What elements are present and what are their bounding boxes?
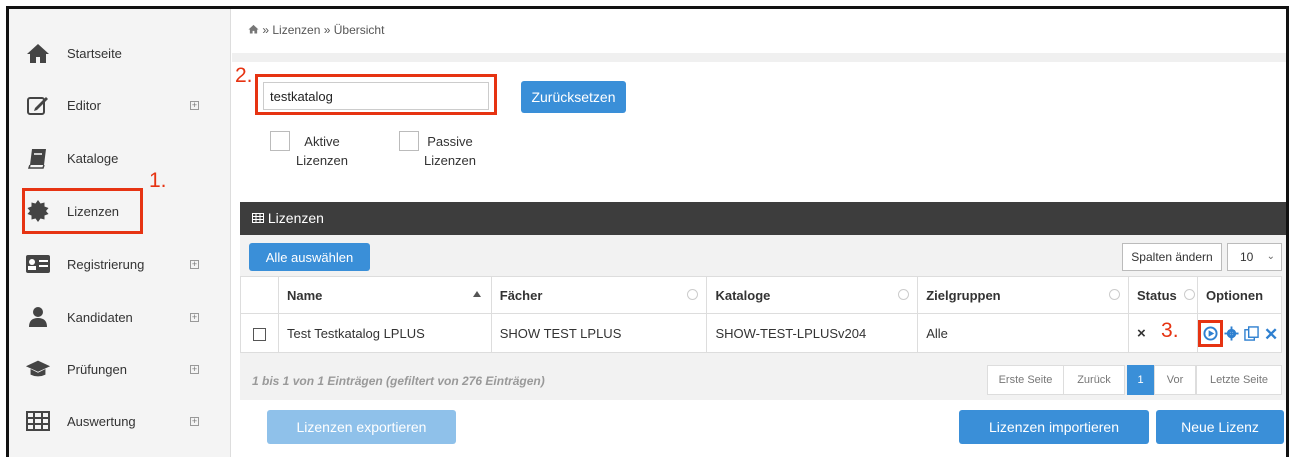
header-label: Kataloge: [715, 287, 771, 303]
active-label-line2: Lizenzen: [295, 153, 349, 168]
row-checkbox[interactable]: [252, 327, 266, 341]
sidebar-item-label: Startseite: [67, 45, 122, 61]
header-label: Status: [1137, 287, 1177, 303]
passive-licenses-label: Passive Lizenzen: [420, 132, 480, 170]
status-inactive-icon: ×: [1137, 324, 1146, 342]
active-licenses-checkbox[interactable]: [270, 131, 290, 151]
sidebar-item-editor[interactable]: Editor: [9, 79, 231, 131]
sidebar-item-label: Registrierung: [67, 256, 145, 272]
main-content: » Lizenzen » Übersicht 2. Zurücksetzen A…: [232, 9, 1286, 457]
active-label-line1: Aktive: [304, 134, 340, 149]
sidebar-item-auswertung[interactable]: Auswertung: [9, 395, 231, 447]
sort-icon: [687, 289, 699, 300]
new-license-button[interactable]: Neue Lizenz: [1156, 410, 1284, 444]
table-row[interactable]: Test Testkatalog LPLUS SHOW TEST LPLUS S…: [240, 313, 1283, 353]
export-button[interactable]: Lizenzen exportieren: [267, 410, 456, 444]
sidebar-item-kandidaten[interactable]: Kandidaten: [9, 291, 231, 343]
book-icon: [25, 146, 51, 170]
cell-status: × 3.: [1128, 313, 1198, 353]
reset-button[interactable]: Zurücksetzen: [521, 81, 626, 113]
column-header-kataloge[interactable]: Kataloge: [706, 276, 919, 314]
id-card-icon: [25, 252, 51, 276]
panel-title: Lizenzen: [267, 210, 324, 226]
sidebar-item-label: Auswertung: [67, 413, 136, 429]
chevron-down-icon: ⌄: [1266, 251, 1275, 262]
cell-faecher: SHOW TEST LPLUS: [490, 313, 708, 353]
breadcrumb-path[interactable]: » Lizenzen » Übersicht: [262, 23, 384, 37]
select-column-header: [240, 276, 279, 314]
passive-label-line1: Passive: [427, 134, 473, 149]
pager-first[interactable]: Erste Seite: [987, 365, 1064, 395]
pager-last[interactable]: Letzte Seite: [1196, 365, 1282, 395]
header-label: Name: [286, 287, 323, 303]
cell-zielgruppen: Alle: [917, 313, 1130, 353]
column-header-optionen: Optionen: [1196, 276, 1283, 314]
column-header-name[interactable]: Name: [277, 276, 492, 314]
sort-icon: [1109, 289, 1121, 300]
cell-kataloge: SHOW-TEST-LPLUSv204: [706, 313, 919, 353]
sidebar-item-label: Kandidaten: [67, 309, 133, 325]
home-icon: [25, 41, 51, 65]
play-icon[interactable]: [1203, 326, 1218, 344]
edit-icon: [25, 93, 51, 117]
column-header-status[interactable]: Status: [1128, 276, 1198, 314]
expand-icon[interactable]: [190, 259, 199, 269]
expand-icon[interactable]: [190, 364, 199, 374]
table-header-row: Name Fächer Kataloge Zielgruppen Status …: [240, 276, 1283, 314]
page-size-value: 10: [1240, 250, 1254, 264]
import-button[interactable]: Lizenzen importieren: [959, 410, 1149, 444]
copy-icon[interactable]: [1244, 326, 1259, 344]
home-icon[interactable]: [248, 23, 262, 37]
gear-icon[interactable]: [1224, 326, 1239, 344]
panel-header: Lizenzen: [240, 202, 1286, 235]
sidebar-item-startseite[interactable]: Startseite: [9, 27, 231, 79]
active-licenses-label: Aktive Lizenzen: [292, 132, 352, 170]
annotation-step1: 1.: [149, 169, 167, 192]
annotation-box-step1: [22, 188, 143, 234]
passive-licenses-checkbox[interactable]: [399, 131, 419, 151]
sidebar-item-label: Prüfungen: [67, 361, 127, 377]
sort-icon: [898, 289, 910, 300]
table-icon: [252, 210, 268, 226]
table-icon: [25, 409, 51, 433]
column-header-faecher[interactable]: Fächer: [490, 276, 708, 314]
expand-icon[interactable]: [190, 100, 199, 110]
app-window: Startseite Editor Kataloge Lizenzen R: [6, 6, 1289, 457]
select-all-button[interactable]: Alle auswählen: [249, 243, 370, 271]
table-info: 1 bis 1 von 1 Einträgen (gefiltert von 2…: [252, 374, 545, 388]
sort-asc-icon: [472, 291, 481, 297]
passive-label-line2: Lizenzen: [423, 153, 477, 168]
annotation-step2: 2.: [235, 64, 253, 87]
breadcrumb-divider: [232, 53, 1286, 62]
header-label: Optionen: [1205, 287, 1264, 303]
sidebar-item-pruefungen[interactable]: Prüfungen: [9, 343, 231, 395]
sidebar-item-label: Kataloge: [67, 150, 119, 166]
sidebar-item-kataloge[interactable]: Kataloge: [9, 132, 231, 184]
breadcrumb: » Lizenzen » Übersicht: [232, 9, 1286, 53]
delete-icon[interactable]: ✕: [1264, 325, 1278, 345]
expand-icon[interactable]: [190, 416, 199, 426]
graduation-cap-icon: [25, 357, 51, 381]
licenses-table: Name Fächer Kataloge Zielgruppen Status …: [240, 276, 1283, 353]
sidebar: Startseite Editor Kataloge Lizenzen R: [9, 9, 231, 457]
column-header-zielgruppen[interactable]: Zielgruppen: [917, 276, 1130, 314]
sidebar-item-registrierung[interactable]: Registrierung: [9, 238, 231, 290]
row-select-cell[interactable]: [240, 313, 279, 353]
page-size-select[interactable]: 10 ⌄: [1227, 243, 1282, 271]
expand-icon[interactable]: [190, 312, 199, 322]
columns-button[interactable]: Spalten ändern: [1122, 243, 1222, 271]
cell-options: ✕: [1196, 313, 1283, 353]
pager-next[interactable]: Vor: [1154, 365, 1196, 395]
sort-icon: [1183, 289, 1195, 300]
header-label: Fächer: [499, 287, 543, 303]
sidebar-item-label: Editor: [67, 97, 101, 113]
cell-name: Test Testkatalog LPLUS: [277, 313, 492, 353]
pager-current[interactable]: 1: [1127, 365, 1154, 395]
pager-prev[interactable]: Zurück: [1063, 365, 1125, 395]
user-icon: [25, 305, 51, 329]
header-label: Zielgruppen: [926, 287, 1001, 303]
annotation-step3: 3.: [1161, 319, 1179, 342]
annotation-box-step2: [255, 74, 497, 115]
